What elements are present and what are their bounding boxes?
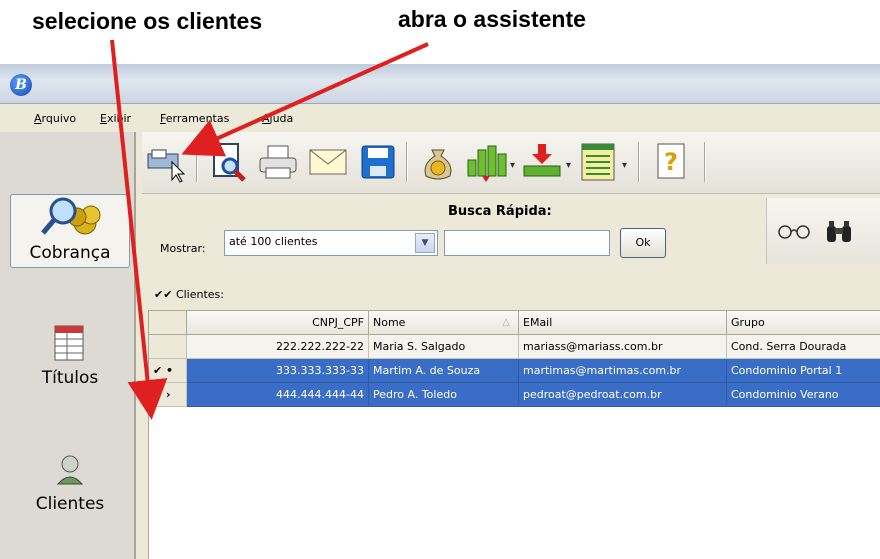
- magnifier-coins-icon: [41, 197, 101, 235]
- toolbar-separator: [406, 142, 408, 182]
- cell-email: mariass@mariass.com.br: [519, 335, 727, 359]
- help-icon: ?: [657, 143, 685, 179]
- header-cell-cnpj[interactable]: CNPJ_CPF: [187, 311, 369, 335]
- menu-ajuda[interactable]: Ajuda: [262, 112, 293, 125]
- svg-text:?: ?: [664, 148, 678, 176]
- table-doc-icon: [54, 325, 84, 361]
- chart-button[interactable]: [464, 140, 508, 184]
- cell-cnpj: 222.222.222-22: [187, 335, 369, 359]
- cell-grupo: Cond. Serra Dourada: [727, 335, 880, 359]
- printer-icon: [259, 145, 297, 179]
- person-icon: [56, 455, 84, 485]
- list-icon: [581, 143, 615, 181]
- app-window: B Arquivo Exibir Ferramentas Ajuda Cobra…: [0, 64, 880, 559]
- header-cell-nome[interactable]: Nome △: [369, 311, 519, 335]
- sidebar-item-label: Cobrança: [29, 243, 111, 263]
- clients-table: CNPJ_CPF Nome △ EMail Grupo 222.222.222-…: [148, 310, 880, 559]
- sidebar-item-clientes[interactable]: Clientes: [10, 450, 130, 534]
- chart-dropdown-arrow-icon[interactable]: ▾: [510, 160, 515, 171]
- green-chart-icon: [467, 145, 507, 182]
- wizard-icon: [147, 149, 186, 183]
- search-input[interactable]: [444, 230, 610, 256]
- cell-nome: Maria S. Salgado: [369, 335, 519, 359]
- sidebar-item-label: Clientes: [35, 494, 105, 514]
- row-marker[interactable]: [149, 335, 187, 359]
- cell-nome: Martim A. de Souza: [369, 359, 519, 383]
- money-bag-icon: [424, 149, 452, 180]
- ok-button[interactable]: Ok: [620, 228, 666, 258]
- app-logo-icon: B: [10, 74, 32, 96]
- cell-email: martimas@martimas.com.br: [519, 359, 727, 383]
- header-cell-email[interactable]: EMail: [519, 311, 727, 335]
- menu-ferramentas[interactable]: Ferramentas: [160, 112, 229, 125]
- menu-exibir[interactable]: Exibir: [100, 112, 131, 125]
- save-disk-icon: [361, 145, 395, 179]
- show-select[interactable]: até 100 clientes ▼: [224, 230, 438, 256]
- clients-section-label: ✔✔ Clientes:: [154, 288, 224, 301]
- sidebar-item-label: Títulos: [41, 368, 99, 388]
- list-button[interactable]: [576, 140, 620, 184]
- header-cell-grupo[interactable]: Grupo: [727, 311, 880, 335]
- import-button[interactable]: [520, 140, 564, 184]
- sidebar-item-titulos[interactable]: Títulos: [10, 324, 130, 404]
- main-panel: ▾ ▾ ▾ ? Busca Rápida: Mostrar: até 100 c…: [142, 132, 880, 559]
- cell-nome: Pedro A. Toledo: [369, 383, 519, 407]
- menu-arquivo[interactable]: Arquivo: [34, 112, 76, 125]
- annotation-open-wizard: abra o assistente: [398, 6, 586, 32]
- save-button[interactable]: [356, 140, 400, 184]
- header-cell-select[interactable]: [149, 311, 187, 335]
- table-row[interactable]: ✔ • 333.333.333-33 Martim A. de Souza ma…: [149, 359, 880, 383]
- show-label: Mostrar:: [160, 242, 206, 255]
- row-marker[interactable]: ✔ ›: [149, 383, 187, 407]
- cell-grupo: Condominio Verano: [727, 383, 880, 407]
- table-header-row: CNPJ_CPF Nome △ EMail Grupo: [149, 311, 880, 335]
- print-button[interactable]: [256, 140, 300, 184]
- table-row[interactable]: 222.222.222-22 Maria S. Salgado mariass@…: [149, 335, 880, 359]
- header-cell-nome-text: Nome: [373, 316, 406, 329]
- cell-grupo: Condominio Portal 1: [727, 359, 880, 383]
- quick-search-panel: Busca Rápida: Mostrar: até 100 clientes …: [148, 198, 880, 268]
- binoculars-icon[interactable]: [825, 218, 853, 244]
- toolbar: ▾ ▾ ▾ ?: [142, 132, 880, 194]
- cell-email: pedroat@pedroat.com.br: [519, 383, 727, 407]
- email-button[interactable]: [306, 140, 350, 184]
- download-tray-icon: [523, 144, 561, 177]
- help-button[interactable]: ?: [650, 140, 694, 184]
- title-bar: B: [0, 64, 880, 104]
- sidebar: Cobrança Títulos Clientes: [0, 132, 136, 559]
- toolbar-separator: [704, 142, 706, 182]
- show-select-value: até 100 clientes: [229, 235, 318, 248]
- toolbar-separator: [638, 142, 640, 182]
- envelope-icon: [309, 149, 347, 175]
- annotation-select-clients: selecione os clientes: [32, 8, 263, 34]
- quick-search-title: Busca Rápida:: [448, 204, 552, 219]
- sort-ascending-icon: △: [502, 317, 510, 328]
- glasses-icon[interactable]: [777, 222, 811, 242]
- print-preview-icon: [213, 143, 246, 182]
- wizard-button[interactable]: [144, 140, 188, 184]
- cell-cnpj: 444.444.444-44: [187, 383, 369, 407]
- clients-label-text: Clientes:: [175, 288, 224, 301]
- double-check-icon: ✔✔: [154, 288, 173, 301]
- cell-cnpj: 333.333.333-33: [187, 359, 369, 383]
- row-marker[interactable]: ✔ •: [149, 359, 187, 383]
- print-preview-button[interactable]: [206, 140, 250, 184]
- search-tools: [766, 198, 880, 264]
- menu-bar: Arquivo Exibir Ferramentas Ajuda: [0, 104, 880, 132]
- list-dropdown-arrow-icon[interactable]: ▾: [622, 160, 627, 171]
- table-row[interactable]: ✔ › 444.444.444-44 Pedro A. Toledo pedro…: [149, 383, 880, 407]
- chevron-down-icon[interactable]: ▼: [415, 233, 435, 253]
- billing-button[interactable]: [416, 140, 460, 184]
- toolbar-separator: [196, 142, 198, 182]
- import-dropdown-arrow-icon[interactable]: ▾: [566, 160, 571, 171]
- sidebar-item-cobranca[interactable]: Cobrança: [10, 194, 130, 268]
